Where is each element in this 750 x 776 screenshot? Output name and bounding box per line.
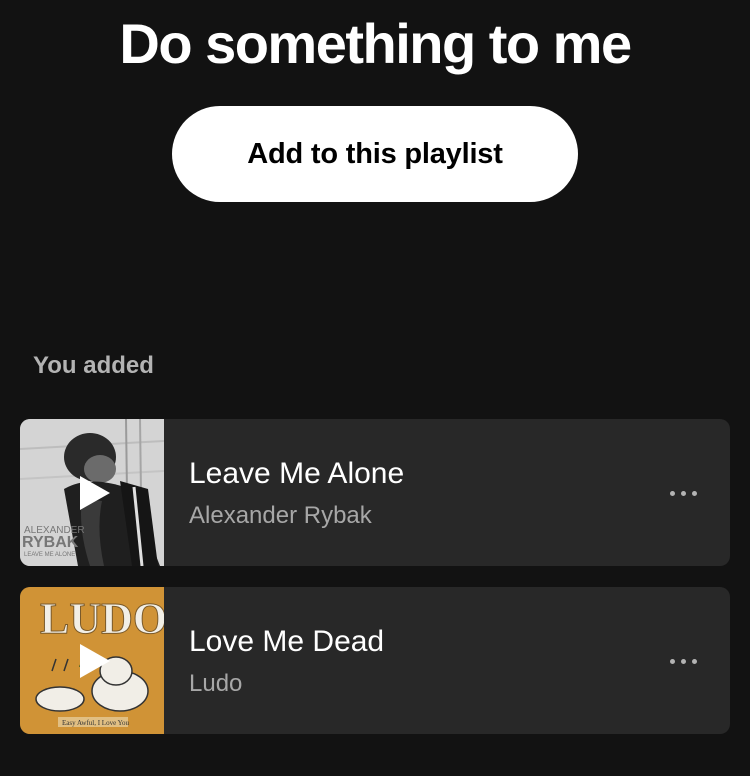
play-icon[interactable] bbox=[78, 642, 112, 680]
dot-icon bbox=[691, 658, 697, 664]
svg-text:Easy Awful, I Love You: Easy Awful, I Love You bbox=[62, 719, 130, 727]
more-options-icon[interactable] bbox=[658, 641, 708, 681]
svg-text:RYBAK: RYBAK bbox=[22, 534, 79, 551]
track-title: Love Me Dead bbox=[189, 625, 385, 658]
dot-icon bbox=[669, 658, 675, 664]
dot-icon bbox=[680, 490, 686, 496]
album-cover-love-me-dead[interactable]: LUDO Easy Awful, I Love You bbox=[20, 587, 164, 734]
track-title: Leave Me Alone bbox=[189, 457, 405, 490]
svg-text:LEAVE ME ALONE: LEAVE ME ALONE bbox=[24, 552, 75, 558]
album-cover-leave-me-alone[interactable]: ALEXANDER RYBAK LEAVE ME ALONE bbox=[20, 419, 164, 566]
playlist-title: Do something to me bbox=[119, 12, 632, 75]
play-icon[interactable] bbox=[78, 474, 112, 512]
track-row-love-me-dead[interactable]: LUDO Easy Awful, I Love You Love Me Dead… bbox=[20, 587, 730, 734]
add-to-playlist-button[interactable]: Add to this playlist bbox=[172, 106, 578, 202]
dot-icon bbox=[669, 490, 675, 496]
dot-icon bbox=[691, 490, 697, 496]
dot-icon bbox=[680, 658, 686, 664]
track-row-leave-me-alone[interactable]: ALEXANDER RYBAK LEAVE ME ALONE Leave Me … bbox=[20, 419, 730, 566]
track-artist: Alexander Rybak bbox=[189, 502, 372, 529]
track-artist: Ludo bbox=[189, 670, 243, 697]
section-label-you-added: You added bbox=[33, 352, 154, 379]
svg-text:LUDO: LUDO bbox=[40, 594, 164, 643]
more-options-icon[interactable] bbox=[658, 473, 708, 513]
